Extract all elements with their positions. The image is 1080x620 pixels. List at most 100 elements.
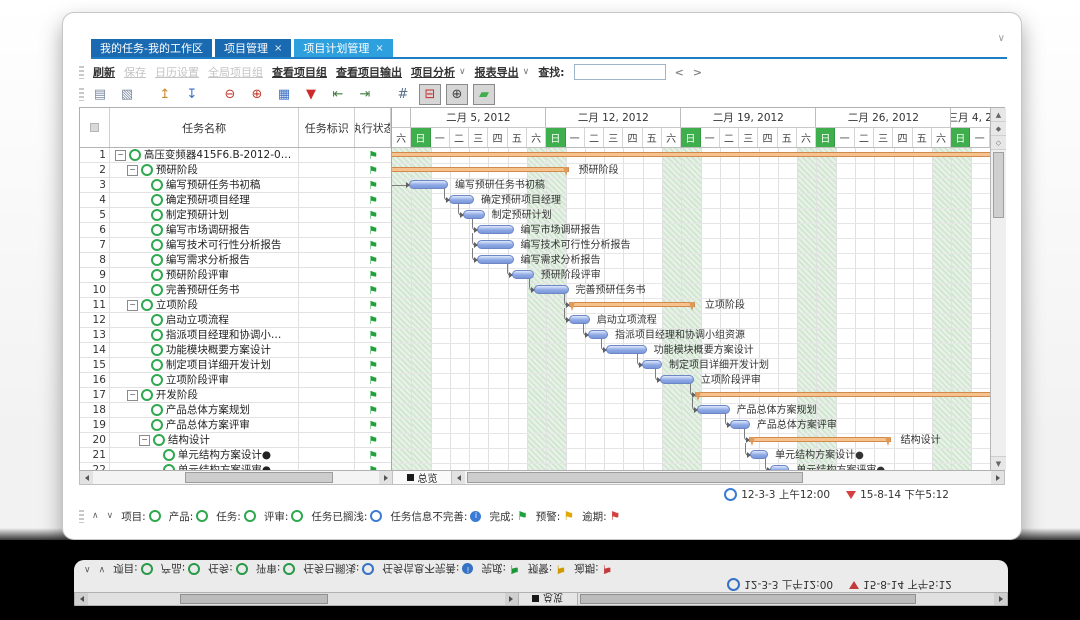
search-input[interactable] [574,64,666,80]
gantt-scroll-track[interactable] [465,471,991,484]
timescale-down-icon[interactable]: ◇ [991,136,1006,150]
timescale-icon[interactable]: ▦ [273,84,295,105]
table-row[interactable]: 22单元结构方案评审●⚑ [80,463,391,470]
expand-all-icon[interactable]: ⇥ [354,84,376,105]
task-name-cell[interactable]: −开发阶段 [110,388,299,402]
print-preview-icon[interactable]: ▧ [116,84,138,105]
legend-collapse-icon[interactable]: ∧ [92,511,99,521]
collapse-box-icon[interactable]: − [127,300,138,311]
task-name-cell[interactable]: 立项阶段评审 [110,373,299,387]
task-bar[interactable] [606,345,647,354]
task-bar[interactable] [642,360,662,369]
timescale-up-icon[interactable]: ◆ [991,122,1006,136]
task-name-cell[interactable]: 产品总体方案评审 [110,418,299,432]
task-name-cell[interactable]: −预研阶段 [110,163,299,177]
scroll-down-icon[interactable]: ▼ [991,456,1006,470]
column-header-4[interactable]: 执行状态 [355,108,391,147]
table-row[interactable]: 7编写技术可行性分析报告⚑ [80,238,391,253]
summary-bar[interactable] [569,302,695,307]
outdent-task-icon[interactable]: ↧ [181,84,203,105]
task-bar[interactable] [697,405,730,414]
zoom-in-icon[interactable]: ⊕ [246,84,268,105]
task-bar[interactable] [588,330,608,339]
table-scroll-right-icon[interactable] [379,471,392,484]
vertical-scroll-thumb[interactable] [993,152,1004,218]
collapse-box-icon[interactable]: − [127,390,138,401]
menu-link-5[interactable]: 查看项目组 [272,64,327,80]
task-name-cell[interactable]: 编写预研任务书初稿 [110,178,299,192]
overview-button[interactable]: 总览 [392,471,452,484]
gantt-scroll-left-icon[interactable] [452,471,465,484]
summary-bar[interactable] [392,167,569,172]
table-row[interactable]: 14功能模块概要方案设计⚑ [80,343,391,358]
table-row[interactable]: 15制定项目详细开发计划⚑ [80,358,391,373]
table-scroll-thumb[interactable] [185,472,333,483]
menu-link-6[interactable]: 查看项目输出 [336,64,402,80]
table-scroll-left-icon[interactable] [80,471,93,484]
table-row[interactable]: 12启动立项流程⚑ [80,313,391,328]
summary-bar[interactable] [695,392,990,397]
column-header-3[interactable]: 任务标识 [299,108,355,147]
menu-link-7[interactable]: 项目分析 [411,64,455,80]
task-name-cell[interactable]: 编写技术可行性分析报告 [110,238,299,252]
table-row[interactable]: 13指派项目经理和协调小…⚑ [80,328,391,343]
tab-close-icon[interactable]: × [274,43,282,54]
task-bar[interactable] [770,465,789,470]
tab-2[interactable]: 项目管理× [215,39,291,57]
task-name-cell[interactable]: −高压变频器415F6.B-2012-0… [110,148,299,162]
collapse-all-icon[interactable]: ⇤ [327,84,349,105]
nav-prev-icon[interactable]: < [675,66,684,79]
task-bar[interactable] [477,240,514,249]
task-bar[interactable] [477,225,514,234]
table-row[interactable]: 19产品总体方案评审⚑ [80,418,391,433]
tab-3[interactable]: 项目计划管理× [294,39,392,57]
task-name-cell[interactable]: 完善预研任务书 [110,283,299,297]
table-row[interactable]: 2−预研阶段⚑ [80,163,391,178]
table-row[interactable]: 18产品总体方案规划⚑ [80,403,391,418]
table-row[interactable]: 5制定预研计划⚑ [80,208,391,223]
window-collapse-chevron-icon[interactable]: ∨ [998,33,1005,44]
task-name-cell[interactable]: 指派项目经理和协调小… [110,328,299,342]
task-bar[interactable] [730,420,750,429]
filter-icon[interactable]: ▼ [300,84,322,105]
tab-1[interactable]: 我的任务-我的工作区 [91,39,212,57]
table-row[interactable]: 17−开发阶段⚑ [80,388,391,403]
task-bar[interactable] [449,195,474,204]
task-name-cell[interactable]: 产品总体方案规划 [110,403,299,417]
column-header-1[interactable] [80,108,110,147]
task-bar[interactable] [512,270,534,279]
task-name-cell[interactable]: −立项阶段 [110,298,299,312]
summary-bar[interactable] [749,437,891,442]
table-row[interactable]: 6编写市场调研报告⚑ [80,223,391,238]
table-row[interactable]: 16立项阶段评审⚑ [80,373,391,388]
indent-task-icon[interactable]: ↥ [154,84,176,105]
task-bar[interactable] [534,285,569,294]
table-row[interactable]: 3编写预研任务书初稿⚑ [80,178,391,193]
menu-link-8[interactable]: 报表导出 [475,64,519,80]
tab-close-icon[interactable]: × [375,43,383,54]
task-bar[interactable] [409,180,448,189]
table-horizontal-scrollbar[interactable] [80,471,392,484]
gantt-style-icon[interactable]: ▰ [473,84,495,105]
table-row[interactable]: 8编写需求分析报告⚑ [80,253,391,268]
task-name-cell[interactable]: 功能模块概要方案设计 [110,343,299,357]
task-name-cell[interactable]: 编写需求分析报告 [110,253,299,267]
table-row[interactable]: 4确定预研项目经理⚑ [80,193,391,208]
task-name-cell[interactable]: 启动立项流程 [110,313,299,327]
task-name-cell[interactable]: 预研阶段评审 [110,268,299,282]
legend-expand-icon[interactable]: ∨ [107,511,114,521]
task-name-cell[interactable]: 编写市场调研报告 [110,223,299,237]
table-row[interactable]: 20−结构设计⚑ [80,433,391,448]
task-name-cell[interactable]: 制定项目详细开发计划 [110,358,299,372]
zoom-out-icon[interactable]: ⊖ [219,84,241,105]
print-icon[interactable]: ▤ [89,84,111,105]
gantt-horizontal-scrollbar[interactable] [452,471,1004,484]
task-bar[interactable] [463,210,484,219]
task-name-cell[interactable]: 确定预研项目经理 [110,193,299,207]
task-name-cell[interactable]: −结构设计 [110,433,299,447]
dropdown-caret-icon[interactable]: ∨ [523,67,530,77]
task-name-cell[interactable]: 单元结构方案评审● [110,463,299,470]
menu-link-1[interactable]: 刷新 [93,64,115,80]
task-bar[interactable] [750,450,768,459]
select-all-box[interactable] [90,123,99,132]
